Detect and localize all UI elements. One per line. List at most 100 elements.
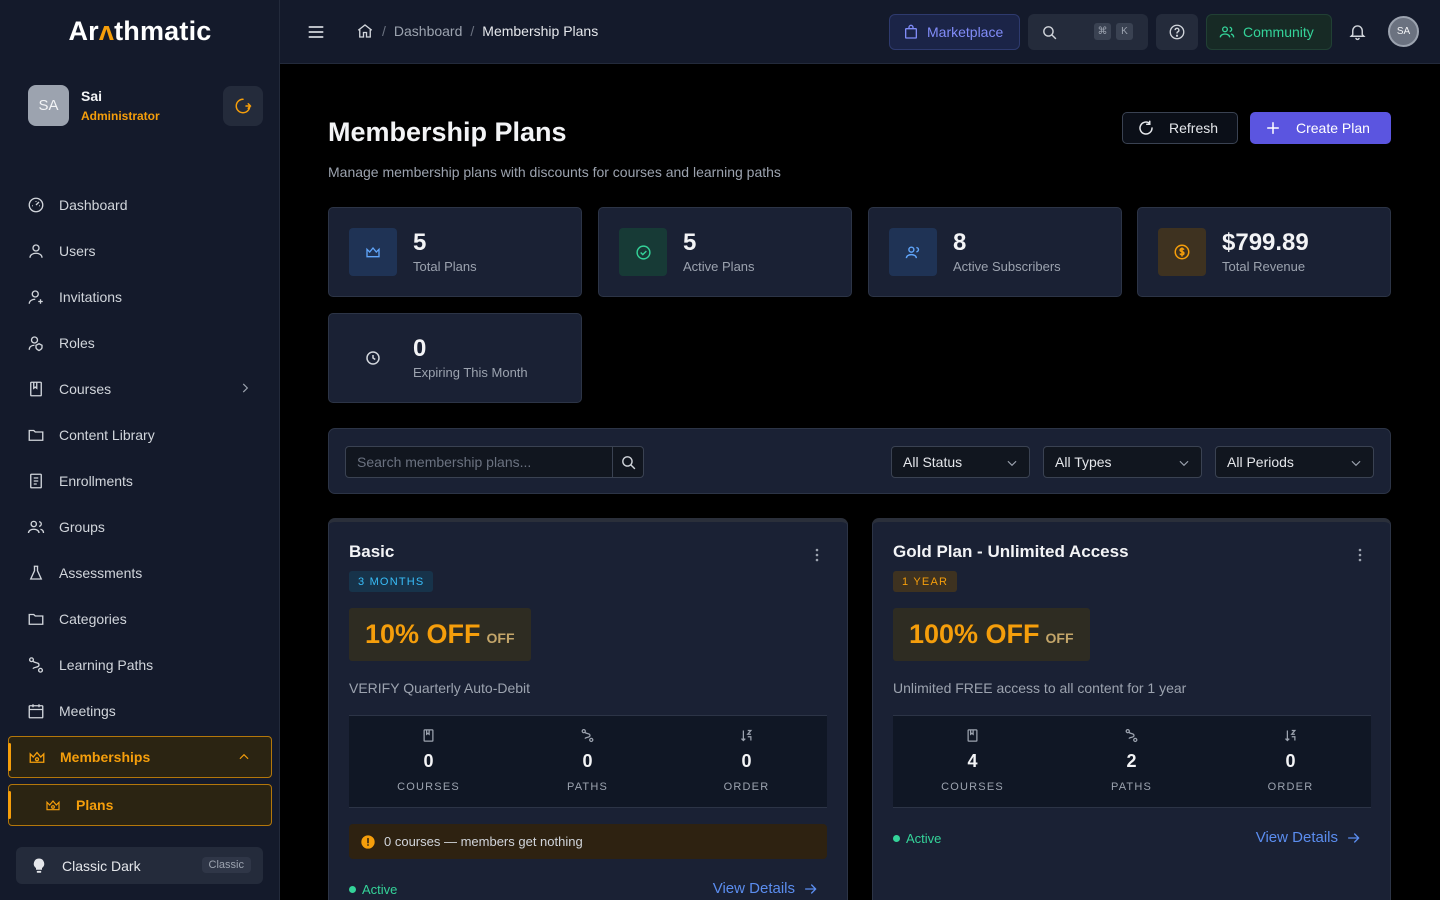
sidebar-nav: Dashboard Users Invitations Roles Course… <box>8 182 272 828</box>
crown-icon <box>28 748 46 766</box>
plan-warning: 0 courses — members get nothing <box>349 824 827 859</box>
plan-discount: 100% OFF OFF <box>893 608 1090 661</box>
sidebar-item-content-library[interactable]: Content Library <box>8 412 272 458</box>
stat-expiring-this-month: 0 Expiring This Month <box>328 313 582 403</box>
sidebar-item-learning-paths[interactable]: Learning Paths <box>8 642 272 688</box>
view-details-link[interactable]: View Details <box>713 880 819 897</box>
search-icon <box>621 455 635 469</box>
sidebar-item-meetings[interactable]: Meetings <box>8 688 272 734</box>
bell-icon <box>1349 25 1366 41</box>
help-button[interactable] <box>1156 14 1198 50</box>
sort-icon <box>1283 728 1298 743</box>
status-dot <box>893 835 900 842</box>
arrow-right-icon <box>803 881 819 897</box>
metric-courses: 4 COURSES <box>893 716 1052 809</box>
sidebar-item-users[interactable]: Users <box>8 228 272 274</box>
status-dot <box>349 886 356 893</box>
user-name: Sai <box>81 88 103 104</box>
avatar: SA <box>28 85 69 126</box>
plan-card-gold[interactable]: Gold Plan - Unlimited Access 1 YEAR 100%… <box>872 518 1391 900</box>
global-search-button[interactable]: ⌘ K <box>1028 14 1148 50</box>
crown-icon <box>349 228 397 276</box>
users-icon <box>889 228 937 276</box>
period-filter-select[interactable]: All Periods <box>1215 446 1374 478</box>
sidebar-item-invitations[interactable]: Invitations <box>8 274 272 320</box>
check-circle-icon <box>619 228 667 276</box>
logout-icon <box>235 98 252 114</box>
sidebar-item-assessments[interactable]: Assessments <box>8 550 272 596</box>
plan-card-basic[interactable]: Basic 3 MONTHS 10% OFF OFF VERIFY Quarte… <box>328 518 848 900</box>
stat-active-subscribers: 8 Active Subscribers <box>868 207 1122 297</box>
gauge-icon <box>27 196 45 214</box>
refresh-button[interactable]: Refresh <box>1122 112 1238 144</box>
route-icon <box>1124 728 1139 743</box>
flask-icon <box>27 564 45 582</box>
view-details-link[interactable]: View Details <box>1256 829 1362 846</box>
sidebar-item-groups[interactable]: Groups <box>8 504 272 550</box>
theme-switcher[interactable]: Classic Dark Classic <box>16 847 263 884</box>
shopping-bag-icon <box>903 24 919 40</box>
sidebar-item-dashboard[interactable]: Dashboard <box>8 182 272 228</box>
stat-active-plans: 5 Active Plans <box>598 207 852 297</box>
search-button[interactable] <box>612 446 644 478</box>
logout-button[interactable] <box>223 86 263 126</box>
sidebar-item-plans[interactable]: Plans <box>8 784 272 826</box>
plan-discount: 10% OFF OFF <box>349 608 531 661</box>
home-icon[interactable] <box>356 22 374 40</box>
chevron-down-icon <box>1005 456 1019 470</box>
create-plan-button[interactable]: Create Plan <box>1250 112 1391 144</box>
warning-icon <box>360 834 376 850</box>
page-subtitle: Manage membership plans with discounts f… <box>328 164 781 180</box>
sort-icon <box>739 728 754 743</box>
plan-menu-button[interactable] <box>1358 548 1362 562</box>
search-icon <box>1041 24 1058 41</box>
sidebar-item-enrollments[interactable]: Enrollments <box>8 458 272 504</box>
theme-badge: Classic <box>201 857 251 873</box>
user-avatar-button[interactable]: SA <box>1388 16 1419 47</box>
lightbulb-icon <box>30 857 48 875</box>
search-input[interactable] <box>345 446 613 478</box>
sidebar-item-memberships[interactable]: Memberships <box>8 736 272 778</box>
breadcrumb-current: Membership Plans <box>482 23 599 39</box>
shortcut-key-cmd: ⌘ <box>1094 23 1111 40</box>
plan-description: VERIFY Quarterly Auto-Debit <box>349 680 531 696</box>
arrow-right-icon <box>1346 830 1362 846</box>
sidebar-item-categories[interactable]: Categories <box>8 596 272 642</box>
metric-paths: 0 PATHS <box>508 716 667 809</box>
chevron-down-icon <box>1177 456 1191 470</box>
community-button[interactable]: Community <box>1206 14 1332 50</box>
page-title: Membership Plans <box>328 117 567 147</box>
stat-total-plans: 5 Total Plans <box>328 207 582 297</box>
breadcrumb-dashboard[interactable]: Dashboard <box>394 23 463 39</box>
notifications-button[interactable] <box>1348 22 1367 41</box>
status-filter-select[interactable]: All Status <box>891 446 1030 478</box>
type-filter-select[interactable]: All Types <box>1043 446 1202 478</box>
menu-toggle-button[interactable] <box>306 22 326 42</box>
more-vertical-icon <box>1358 548 1362 562</box>
plan-status: Active <box>893 831 941 846</box>
refresh-icon <box>1137 119 1155 137</box>
calendar-icon <box>27 702 45 720</box>
plan-period-badge: 3 MONTHS <box>349 571 434 592</box>
hamburger-icon <box>308 26 324 38</box>
filter-bar: All Status All Types All Periods <box>328 428 1391 494</box>
user-icon <box>27 242 45 260</box>
topbar: / Dashboard / Membership Plans Marketpla… <box>280 0 1440 64</box>
user-shield-icon <box>27 334 45 352</box>
user-plus-icon <box>27 288 45 306</box>
plan-menu-button[interactable] <box>815 548 819 562</box>
dollar-circle-icon <box>1158 228 1206 276</box>
sidebar-item-roles[interactable]: Roles <box>8 320 272 366</box>
metric-order: 0 ORDER <box>1211 716 1370 809</box>
metric-courses: 0 COURSES <box>349 716 508 809</box>
marketplace-button[interactable]: Marketplace <box>889 14 1020 50</box>
clock-icon <box>349 334 397 382</box>
breadcrumb: / Dashboard / Membership Plans <box>356 22 598 40</box>
plan-name: Basic <box>349 542 395 561</box>
app-logo[interactable]: Arʌthmatic <box>0 16 280 47</box>
chevron-up-icon <box>237 750 251 764</box>
plan-status: Active <box>349 882 397 897</box>
theme-label: Classic Dark <box>62 857 141 874</box>
sidebar-item-courses[interactable]: Courses <box>8 366 272 412</box>
user-role: Administrator <box>81 109 160 123</box>
